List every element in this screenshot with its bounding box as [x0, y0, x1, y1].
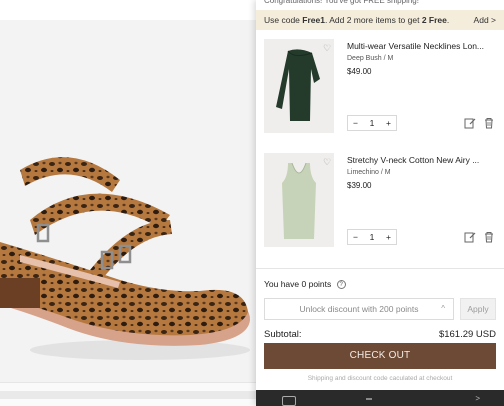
- quantity-value: 1: [369, 118, 375, 128]
- promo-suffix: .: [446, 15, 450, 25]
- cart-item: ♡ Stretchy V-neck Cotton New Airy ... Li…: [256, 153, 504, 257]
- cart-drawer: Congratulations! You've got FREE shippin…: [256, 0, 504, 406]
- promo-prefix: Use code: [264, 15, 303, 25]
- increase-button[interactable]: +: [386, 232, 391, 242]
- quantity-stepper: − 1 +: [347, 115, 397, 131]
- item-price: $39.00: [347, 181, 372, 190]
- free-shipping-banner: Congratulations! You've got FREE shippin…: [264, 0, 419, 5]
- points-label: You have 0 points: [264, 279, 332, 289]
- apply-button[interactable]: Apply: [460, 298, 496, 320]
- chevron-icon[interactable]: >: [475, 394, 480, 403]
- scroll-indicator: [0, 391, 256, 399]
- chevron-up-icon: ^: [441, 304, 445, 313]
- quantity-value: 1: [369, 232, 375, 242]
- increase-button[interactable]: +: [386, 118, 391, 128]
- shipping-note: Shipping and discount code caculated at …: [307, 375, 453, 382]
- leopard-flat-shoe-image: [0, 157, 250, 360]
- wishlist-icon[interactable]: ♡: [322, 157, 332, 167]
- promo-offer: 2 Free: [421, 15, 447, 25]
- promo-middle: . Add 2 more items to get: [324, 15, 422, 25]
- product-top-bar: [0, 0, 256, 20]
- decrease-button[interactable]: −: [353, 232, 358, 242]
- tabs-icon[interactable]: [282, 396, 296, 406]
- subtotal-value: $161.29 USD: [438, 329, 496, 340]
- promo-banner: Use code Free1. Add 2 more items to get …: [256, 10, 504, 30]
- summary-divider: [256, 268, 504, 269]
- subtotal-label: Subtotal:: [264, 329, 302, 340]
- help-icon[interactable]: ?: [336, 280, 346, 290]
- product-page: [0, 0, 256, 406]
- unlock-discount-select[interactable]: Unlock discount with 200 points ^: [264, 298, 454, 320]
- item-thumbnail[interactable]: [264, 39, 334, 133]
- quantity-stepper: − 1 +: [347, 229, 397, 245]
- item-variant: Deep Bush / M: [347, 55, 394, 62]
- product-bottom-strip: [0, 382, 256, 406]
- unlock-discount-label: Unlock discount with 200 points: [299, 304, 419, 314]
- edit-icon[interactable]: [464, 117, 476, 129]
- item-price: $49.00: [347, 67, 372, 76]
- promo-add-link[interactable]: Add >: [474, 10, 496, 30]
- green-top-image: [276, 49, 320, 121]
- item-name[interactable]: Multi-wear Versatile Necklines Lon...: [347, 41, 499, 51]
- decrease-button[interactable]: −: [353, 118, 358, 128]
- item-thumbnail[interactable]: [264, 153, 334, 247]
- product-image[interactable]: [0, 20, 256, 382]
- trash-icon[interactable]: [483, 117, 495, 129]
- wishlist-icon[interactable]: ♡: [322, 43, 332, 53]
- cart-item: ♡ Multi-wear Versatile Necklines Lon... …: [256, 39, 504, 143]
- home-indicator: [366, 398, 372, 400]
- item-variant: Limechino / M: [347, 169, 391, 176]
- promo-code: Free1: [302, 15, 325, 25]
- item-name[interactable]: Stretchy V-neck Cotton New Airy ...: [347, 155, 499, 165]
- edit-icon[interactable]: [464, 231, 476, 243]
- checkout-button[interactable]: CHECK OUT: [264, 343, 496, 369]
- sage-tank-image: [282, 162, 316, 239]
- trash-icon[interactable]: [483, 231, 495, 243]
- browser-bottom-bar: >: [256, 390, 504, 406]
- points-row: You have 0 points ?: [264, 279, 346, 290]
